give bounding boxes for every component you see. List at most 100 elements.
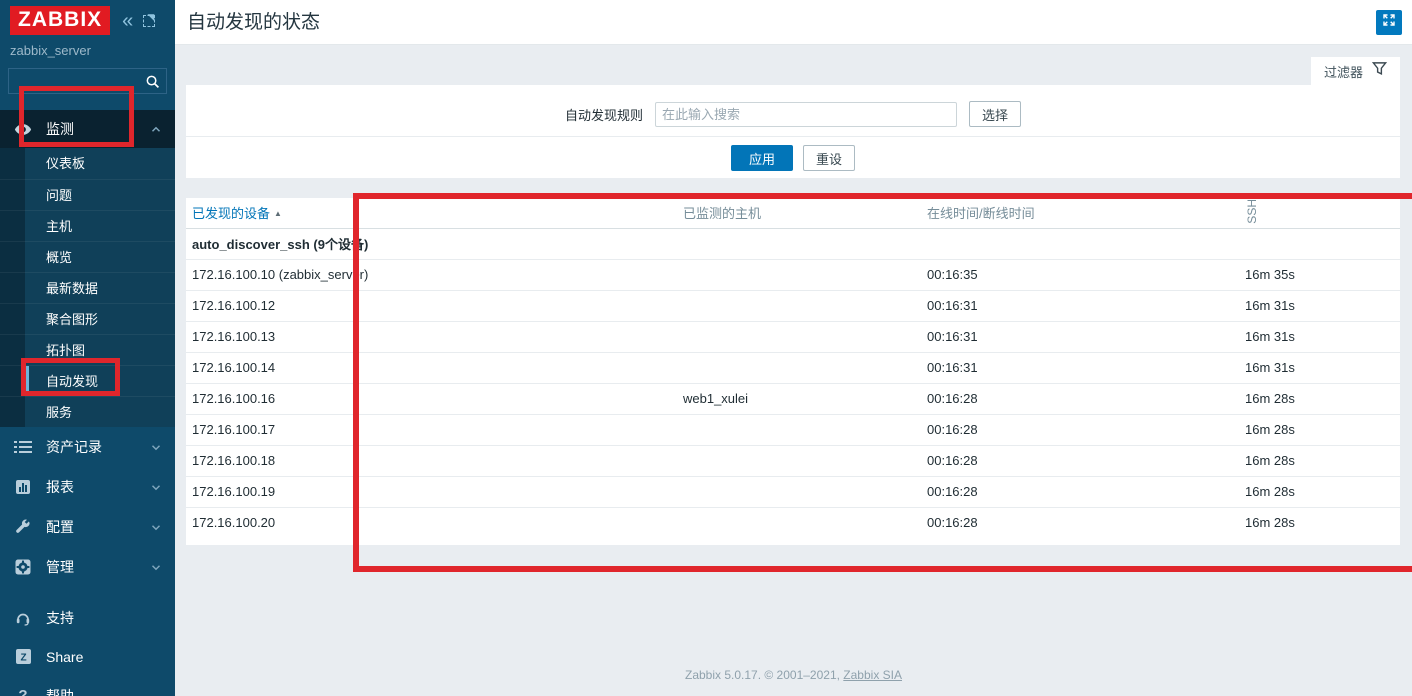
footer-version-text: Zabbix 5.0.17. © 2001–2021,	[685, 668, 843, 682]
host-cell	[677, 507, 921, 538]
sidebar-item-配置[interactable]: 配置	[0, 507, 175, 547]
column-ssh: SSH	[1239, 198, 1400, 228]
apply-button[interactable]: 应用	[731, 145, 793, 171]
sort-asc-icon: ▲	[274, 209, 282, 218]
sidebar-item-支持[interactable]: 支持	[0, 598, 175, 637]
monitoring-submenu: 仪表板问题主机概览最新数据聚合图形拓扑图自动发现服务	[0, 148, 175, 427]
ssh-age-cell: 16m 31s	[1239, 290, 1400, 321]
share-icon: Z	[14, 649, 32, 664]
chevron-down-icon	[151, 524, 161, 531]
funnel-icon	[1372, 61, 1387, 81]
table-row: 172.16.100.12 00:16:3116m 31s	[186, 290, 1400, 321]
device-cell: 172.16.100.10 (zabbix_server)	[186, 259, 677, 290]
chevron-up-icon	[151, 126, 161, 133]
sidebar-footer-menu: 支持ZShare?帮助	[0, 598, 175, 696]
device-cell: 172.16.100.18	[186, 445, 677, 476]
filter-tab[interactable]: 过滤器	[1311, 57, 1400, 85]
uptime-cell: 00:16:28	[921, 414, 1239, 445]
table-row: 172.16.100.1800:16:2816m 28s	[186, 445, 1400, 476]
device-cell: 172.16.100.14	[186, 352, 677, 383]
chevron-down-icon	[151, 444, 161, 451]
wrench-icon	[14, 519, 32, 535]
sidebar-item-资产记录[interactable]: 资产记录	[0, 427, 175, 467]
chevron-down-icon	[151, 484, 161, 491]
sidebar-item-管理[interactable]: 管理	[0, 547, 175, 587]
device-cell: 172.16.100.17	[186, 414, 677, 445]
uptime-cell: 00:16:28	[921, 507, 1239, 538]
ssh-age-cell: 16m 28s	[1239, 507, 1400, 538]
device-cell: 172.16.100.12	[186, 290, 677, 321]
fullscreen-arrows-icon	[1382, 13, 1396, 32]
submenu-item-仪表板[interactable]: 仪表板	[0, 148, 175, 179]
sidebar-item-报表[interactable]: 报表	[0, 467, 175, 507]
host-cell	[677, 414, 921, 445]
uptime-cell: 00:16:28	[921, 476, 1239, 507]
sort-discovered-device-link[interactable]: 已发现的设备	[192, 206, 270, 221]
screen: ZABBIX « ◥ zabbix_server 监测 仪表板问题主机概览最新数…	[0, 0, 1412, 696]
submenu-item-拓扑图[interactable]: 拓扑图	[0, 334, 175, 365]
device-cell: 172.16.100.16	[186, 383, 677, 414]
submenu-item-问题[interactable]: 问题	[0, 179, 175, 210]
eye-icon	[14, 123, 32, 136]
zabbix-sia-link[interactable]: Zabbix SIA	[843, 668, 902, 682]
submenu-item-自动发现[interactable]: 自动发现	[0, 365, 175, 396]
submenu-item-主机[interactable]: 主机	[0, 210, 175, 241]
table-row: 172.16.100.1900:16:2816m 28s	[186, 476, 1400, 507]
uptime-cell: 00:16:31	[921, 321, 1239, 352]
discovery-rule-label: 自动发现规则	[565, 105, 643, 124]
report-icon	[14, 479, 32, 495]
page-title: 自动发现的状态	[187, 0, 320, 45]
search-input[interactable]	[9, 74, 138, 89]
ssh-age-cell: 16m 28s	[1239, 445, 1400, 476]
device-cell: 172.16.100.13	[186, 321, 677, 352]
column-uptime-downtime: 在线时间/断线时间	[921, 198, 1239, 228]
search-icon[interactable]	[138, 69, 166, 93]
filter-tab-label: 过滤器	[1324, 62, 1363, 81]
submenu-item-聚合图形[interactable]: 聚合图形	[0, 303, 175, 334]
host-cell: web1_xulei	[677, 383, 921, 414]
host-cell	[677, 259, 921, 290]
ssh-age-cell: 16m 31s	[1239, 321, 1400, 352]
submenu-item-最新数据[interactable]: 最新数据	[0, 272, 175, 303]
discovery-rule-name: auto_discover_ssh (9个设备)	[186, 228, 1400, 259]
table-row: 172.16.100.10 (zabbix_server) 00:16:3516m…	[186, 259, 1400, 290]
host-cell	[677, 290, 921, 321]
table-row: 172.16.100.16web1_xulei00:16:2816m 28s	[186, 383, 1400, 414]
uptime-cell: 00:16:31	[921, 290, 1239, 321]
discovery-rule-input[interactable]	[655, 102, 957, 127]
device-cell: 172.16.100.20	[186, 507, 677, 538]
discovery-rule-group-row: auto_discover_ssh (9个设备)	[186, 228, 1400, 259]
ssh-age-cell: 16m 28s	[1239, 414, 1400, 445]
host-cell	[677, 476, 921, 507]
table-row: 172.16.100.14 00:16:3116m 31s	[186, 352, 1400, 383]
table-row: 172.16.100.17 00:16:2816m 28s	[186, 414, 1400, 445]
ssh-age-cell: 16m 31s	[1239, 352, 1400, 383]
sidebar-item-label: 监测	[46, 119, 74, 139]
uptime-cell: 00:16:31	[921, 352, 1239, 383]
uptime-cell: 00:16:28	[921, 383, 1239, 414]
host-cell	[677, 321, 921, 352]
zabbix-logo[interactable]: ZABBIX	[10, 6, 110, 35]
discovery-table-card: 已发现的设备▲ 已监测的主机 在线时间/断线时间 SSH auto_discov…	[186, 198, 1400, 545]
sidebar-item-monitoring[interactable]: 监测	[0, 110, 175, 148]
sidebar-item-Share[interactable]: ZShare	[0, 637, 175, 676]
page-footer: Zabbix 5.0.17. © 2001–2021, Zabbix SIA	[175, 668, 1412, 682]
collapse-sidebar-icon[interactable]: «	[122, 11, 133, 31]
ssh-age-cell: 16m 35s	[1239, 259, 1400, 290]
sidebar-item-帮助[interactable]: ?帮助	[0, 676, 175, 696]
filter-panel: 自动发现规则 选择 应用 重设	[186, 85, 1400, 178]
submenu-item-概览[interactable]: 概览	[0, 241, 175, 272]
ssh-age-cell: 16m 28s	[1239, 383, 1400, 414]
host-cell	[677, 352, 921, 383]
kiosk-mode-button[interactable]	[1376, 10, 1402, 35]
reset-button[interactable]: 重设	[803, 145, 855, 171]
sidebar: ZABBIX « ◥ zabbix_server 监测 仪表板问题主机概览最新数…	[0, 0, 175, 696]
pin-sidebar-icon[interactable]: ◥	[143, 15, 155, 27]
uptime-cell: 00:16:35	[921, 259, 1239, 290]
support-icon	[14, 610, 32, 626]
select-button[interactable]: 选择	[969, 101, 1021, 127]
host-cell	[677, 445, 921, 476]
gear-icon	[14, 559, 32, 575]
table-row: 172.16.100.13 00:16:3116m 31s	[186, 321, 1400, 352]
submenu-item-服务[interactable]: 服务	[0, 396, 175, 427]
